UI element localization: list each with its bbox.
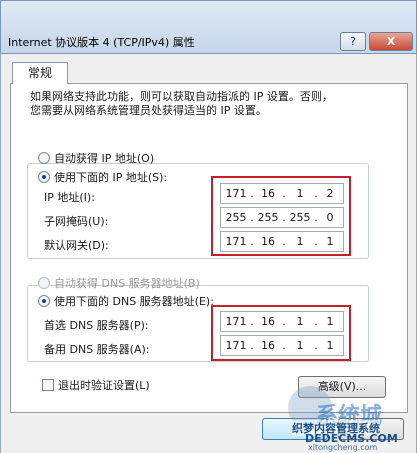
close-button[interactable]: X	[369, 32, 413, 51]
alternate-dns-label: 备用 DNS 服务器(A):	[44, 343, 150, 356]
description-text: 如果网络支持此功能，则可以获取自动指派的 IP 设置。否则， 您需要从网络系统管…	[30, 90, 333, 117]
subnet-octet[interactable]: 255	[287, 211, 313, 224]
dns-octet[interactable]: 1	[287, 315, 313, 328]
manual-ip-radio-row[interactable]: 使用下面的 IP 地址(S):	[38, 169, 167, 185]
dns-octet[interactable]: 171	[223, 315, 249, 328]
manual-ip-label: 使用下面的 IP 地址(S):	[54, 171, 168, 184]
ip-octet[interactable]: 171	[223, 187, 249, 200]
validate-on-exit-label: 退出时验证设置(L)	[58, 379, 150, 392]
subnet-octet[interactable]: 255	[223, 211, 249, 224]
validate-on-exit-checkbox[interactable]	[42, 379, 54, 391]
dns-octet[interactable]: 1	[317, 315, 343, 328]
gateway-octet[interactable]: 1	[317, 235, 343, 248]
ip-address-field[interactable]: 171 . 16 . 1 . 2	[220, 183, 344, 204]
dns-octet[interactable]: 1	[287, 339, 313, 352]
dns-octet[interactable]: 171	[223, 339, 249, 352]
auto-ip-radio[interactable]	[38, 152, 50, 164]
auto-dns-label: 自动获得 DNS 服务器地址(B)	[54, 277, 200, 290]
dns-octet[interactable]: 16	[255, 315, 281, 328]
validate-on-exit-row[interactable]: 退出时验证设置(L)	[42, 377, 150, 393]
gateway-octet[interactable]: 1	[287, 235, 313, 248]
auto-ip-label: 自动获得 IP 地址(O)	[54, 152, 155, 165]
default-gateway-field[interactable]: 171 . 16 . 1 . 1	[220, 231, 344, 252]
ip-octet[interactable]: 16	[255, 187, 281, 200]
preferred-dns-label: 首选 DNS 服务器(P):	[44, 319, 149, 332]
auto-dns-radio-row[interactable]: 自动获得 DNS 服务器地址(B)	[38, 275, 200, 291]
ip-octet[interactable]: 1	[287, 187, 313, 200]
preferred-dns-field[interactable]: 171 . 16 . 1 . 1	[220, 311, 344, 332]
subnet-mask-label: 子网掩码(U):	[44, 215, 109, 228]
ip-address-label: IP 地址(I):	[44, 191, 95, 204]
tab-general[interactable]: 常规	[12, 62, 68, 84]
subnet-octet[interactable]: 0	[317, 211, 343, 224]
auto-ip-radio-row[interactable]: 自动获得 IP 地址(O)	[38, 150, 154, 166]
gateway-octet[interactable]: 171	[223, 235, 249, 248]
help-button[interactable]: ?	[340, 32, 366, 51]
manual-ip-radio[interactable]	[38, 171, 50, 183]
window-title: Internet 协议版本 4 (TCP/IPv4) 属性	[8, 36, 195, 49]
subnet-mask-field[interactable]: 255 . 255 . 255 . 0	[220, 207, 344, 228]
dns-octet[interactable]: 16	[255, 339, 281, 352]
manual-dns-radio-row[interactable]: 使用下面的 DNS 服务器地址(E):	[38, 293, 214, 309]
dns-octet[interactable]: 1	[317, 339, 343, 352]
alternate-dns-field[interactable]: 171 . 16 . 1 . 1	[220, 335, 344, 356]
ip-octet[interactable]: 2	[317, 187, 343, 200]
auto-dns-radio[interactable]	[38, 277, 50, 289]
manual-dns-label: 使用下面的 DNS 服务器地址(E):	[54, 295, 214, 308]
watermark-url: xitongcheng.com	[308, 443, 378, 452]
gateway-octet[interactable]: 16	[255, 235, 281, 248]
manual-dns-radio[interactable]	[38, 295, 50, 307]
subnet-octet[interactable]: 255	[255, 211, 281, 224]
default-gateway-label: 默认网关(D):	[44, 239, 109, 252]
